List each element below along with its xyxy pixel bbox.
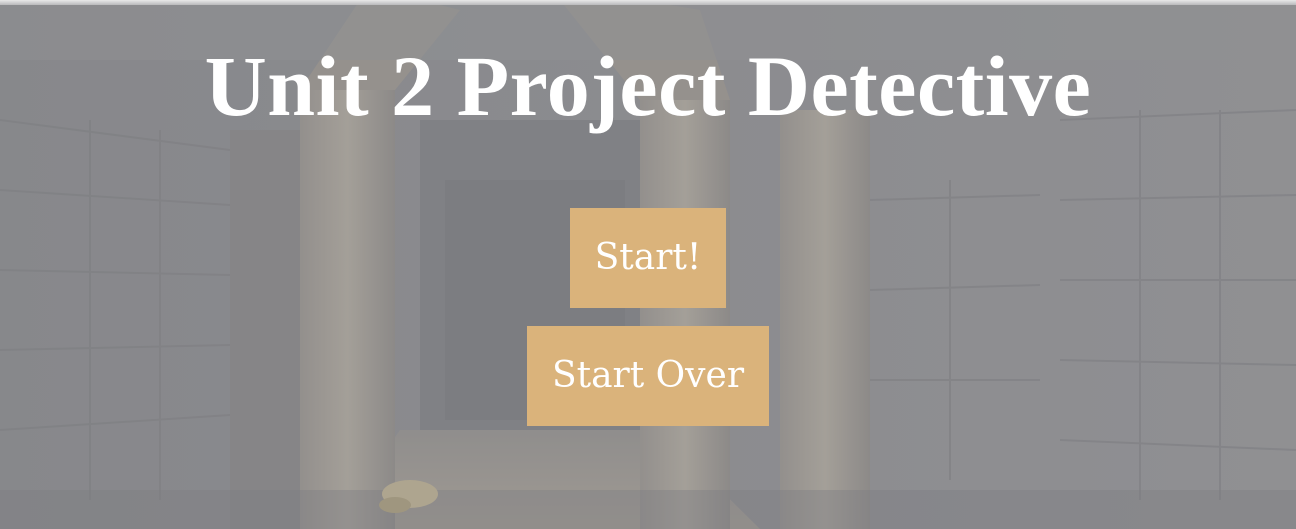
start-over-button-row: Start Over: [0, 326, 1296, 426]
menu-content: Unit 2 Project Detective Start! Start Ov…: [0, 0, 1296, 529]
start-over-button[interactable]: Start Over: [526, 326, 770, 426]
start-button-row: Start!: [0, 208, 1296, 308]
start-button[interactable]: Start!: [569, 208, 727, 308]
game-title: Unit 2 Project Detective: [204, 38, 1092, 134]
game-screen: Unit 2 Project Detective Start! Start Ov…: [0, 0, 1296, 529]
